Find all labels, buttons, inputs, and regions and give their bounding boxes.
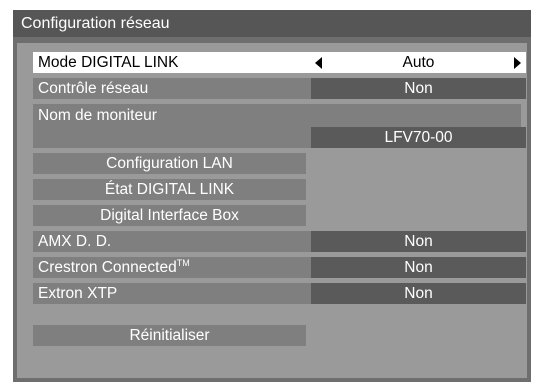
crestron-connected-text: Crestron Connected <box>38 259 177 276</box>
menu-panel: Mode DIGITAL LINK Auto Contrôle réseau N… <box>17 43 527 378</box>
nom-moniteur-value[interactable]: LFV70-00 <box>311 127 526 148</box>
arrow-right-icon[interactable] <box>514 57 521 69</box>
amx-dd-label: AMX D. D. <box>38 233 112 250</box>
extron-xtp-value[interactable]: Non <box>311 283 526 304</box>
extron-xtp-label: Extron XTP <box>38 285 118 302</box>
extron-xtp-row[interactable]: Extron XTP Non <box>33 283 526 304</box>
controle-reseau-row[interactable]: Contrôle réseau Non <box>33 78 526 99</box>
mode-digital-link-value: Auto <box>402 54 435 71</box>
controle-reseau-value[interactable]: Non <box>311 78 526 99</box>
amx-dd-row[interactable]: AMX D. D. Non <box>33 231 526 252</box>
arrow-left-icon[interactable] <box>315 57 322 69</box>
network-settings-menu: Configuration réseau Mode DIGITAL LINK A… <box>13 10 531 382</box>
mode-digital-link-selector[interactable]: Auto <box>311 52 526 73</box>
configuration-lan-button[interactable]: Configuration LAN <box>33 153 306 174</box>
amx-dd-value[interactable]: Non <box>311 231 526 252</box>
digital-interface-box-button[interactable]: Digital Interface Box <box>33 205 306 226</box>
mode-digital-link-label: Mode DIGITAL LINK <box>38 54 179 71</box>
etat-digital-link-button[interactable]: État DIGITAL LINK <box>33 179 306 200</box>
nom-moniteur-label: Nom de moniteur <box>38 107 157 124</box>
nom-moniteur-row[interactable]: Nom de moniteur LFV70-00 <box>33 104 526 148</box>
mode-digital-link-row[interactable]: Mode DIGITAL LINK Auto <box>33 52 526 73</box>
trademark-sup: TM <box>176 257 190 268</box>
crestron-connected-row[interactable]: Crestron ConnectedTM Non <box>33 257 526 278</box>
menu-title: Configuration réseau <box>13 10 531 37</box>
crestron-connected-label: Crestron ConnectedTM <box>38 257 190 278</box>
crestron-connected-value[interactable]: Non <box>311 257 526 278</box>
reinitialiser-button[interactable]: Réinitialiser <box>33 325 306 346</box>
controle-reseau-label: Contrôle réseau <box>38 80 149 97</box>
